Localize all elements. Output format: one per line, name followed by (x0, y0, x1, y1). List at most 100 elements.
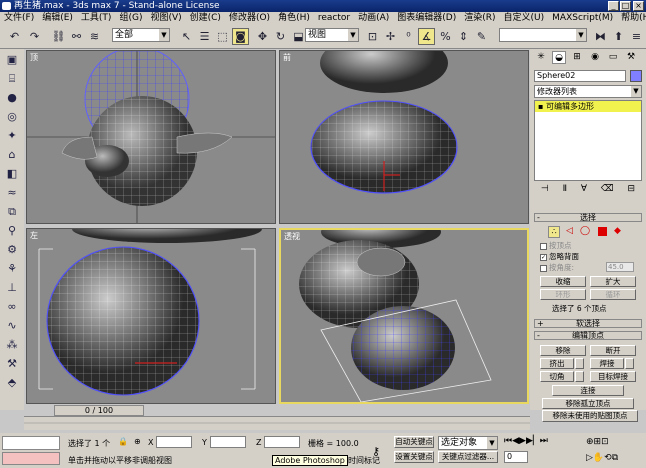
render-icon[interactable]: ⬘ (4, 374, 21, 391)
chain-icon[interactable]: ∞ (4, 298, 21, 315)
viewport-top[interactable]: 顶 (26, 50, 276, 224)
display-tab-icon[interactable]: ▭ (606, 51, 620, 64)
create-tab-icon[interactable]: ✳ (534, 51, 548, 64)
modifier-list-select[interactable]: 修改器列表 ▼ (534, 85, 642, 98)
key-selection-select[interactable]: 选定对象 ▼ (438, 436, 498, 450)
show-end-result-icon[interactable]: Ⅱ (563, 184, 567, 198)
viewport-label-top[interactable]: 顶 (30, 52, 38, 63)
current-frame-field[interactable]: 0 (504, 451, 528, 463)
maxscript-listener-mini[interactable] (2, 436, 60, 450)
select-link-icon[interactable]: ⛓ (50, 28, 67, 45)
menu-file[interactable]: 文件(F) (0, 12, 38, 25)
zoom-all-icon[interactable]: ⊞ (594, 437, 602, 447)
extrude-button[interactable]: 挤出 (540, 358, 574, 369)
menu-create[interactable]: 创建(C) (186, 12, 225, 25)
maximize-viewport-icon[interactable]: ⧉ (612, 453, 618, 463)
ring-button[interactable]: 环形 (540, 289, 586, 300)
field-of-view-icon[interactable]: ▷ (586, 453, 593, 463)
polygon-mode-icon[interactable] (598, 227, 607, 236)
bind-spacewarp-icon[interactable]: ≋ (86, 28, 103, 45)
app-icon[interactable] (2, 2, 11, 10)
menu-animation[interactable]: 动画(A) (354, 12, 393, 25)
spacewarp-icon[interactable]: ≈ (4, 184, 21, 201)
move-icon[interactable]: ✥ (254, 28, 271, 45)
absolute-mode-icon[interactable]: ⊕ (134, 437, 141, 446)
edge-mode-icon[interactable]: ◁ (566, 226, 573, 236)
angle-value-field[interactable]: 45.0 (606, 262, 634, 272)
grow-button[interactable]: 扩大 (590, 276, 636, 287)
menu-edit[interactable]: 编辑(E) (38, 12, 77, 25)
snap-toggle-icon[interactable]: ⁰ (400, 28, 417, 45)
unlink-icon[interactable]: ⚯ (68, 28, 85, 45)
auto-key-button[interactable]: 自动关键点 (394, 436, 434, 448)
rect-selection-icon[interactable]: ⬚ (214, 28, 231, 45)
camera-icon[interactable]: ⌂ (4, 146, 21, 163)
key-filters-button[interactable]: 关键点过滤器... (438, 451, 498, 463)
extrude-settings-button[interactable] (575, 358, 584, 369)
selection-filter-select[interactable]: 全部 ▼ (112, 28, 170, 42)
helper-icon[interactable]: ◧ (4, 165, 21, 182)
remove-isolated-vertices-button[interactable]: 移除孤立顶点 (542, 398, 634, 409)
weld-settings-button[interactable] (625, 358, 634, 369)
pin-stack-icon[interactable]: ⊣ (541, 184, 549, 198)
object-name-field[interactable]: Sphere02 (534, 70, 626, 82)
selection-rollout-header[interactable]: - 选择 (534, 213, 642, 222)
hammer-icon[interactable]: ⚒ (4, 355, 21, 372)
viewport-label-left[interactable]: 左 (30, 230, 38, 241)
named-selection-sets[interactable]: ▼ (499, 28, 587, 42)
by-angle-checkbox[interactable]: 按角度: (540, 262, 574, 273)
viewport-label-front[interactable]: 前 (283, 52, 291, 63)
pin-icon[interactable]: ⊥ (4, 279, 21, 296)
viewport-label-perspective[interactable]: 透视 (284, 231, 300, 242)
maximize-button[interactable]: □ (620, 1, 631, 11)
menu-group[interactable]: 组(G) (115, 12, 146, 25)
target-weld-button[interactable]: 目标焊接 (590, 371, 636, 382)
stack-item-editable-poly[interactable]: ▪ 可编辑多边形 (535, 101, 641, 112)
motion-tab-icon[interactable]: ◉ (588, 51, 602, 64)
particle-icon[interactable]: ⁂ (4, 336, 21, 353)
y-coord-field[interactable] (210, 436, 246, 448)
track-bar[interactable] (24, 416, 530, 430)
maxscript-output-mini[interactable] (2, 452, 60, 465)
edit-vertices-rollout-header[interactable]: - 编辑顶点 (534, 331, 642, 340)
modify-tab-icon[interactable]: ◒ (552, 51, 566, 64)
zoom-extents-icon[interactable]: ⊡ (601, 437, 609, 447)
object-color-swatch[interactable] (630, 70, 642, 82)
waves-icon[interactable]: ∿ (4, 317, 21, 334)
select-by-name-icon[interactable]: ☰ (196, 28, 213, 45)
break-button[interactable]: 断开 (590, 345, 636, 356)
menu-maxscript[interactable]: MAXScript(M) (548, 12, 617, 25)
select-manipulate-icon[interactable]: ✢ (382, 28, 399, 45)
x-coord-field[interactable] (156, 436, 192, 448)
modifier-icon[interactable]: ⚘ (4, 260, 21, 277)
menu-help[interactable]: 帮助(H) (617, 12, 646, 25)
percent-snap-icon[interactable]: % (437, 28, 454, 45)
remove-button[interactable]: 移除 (540, 345, 586, 356)
cylinder-icon[interactable]: ⌸ (4, 70, 21, 87)
prev-frame-icon[interactable]: ◀ (512, 436, 519, 446)
go-end-icon[interactable]: ⏭ (540, 436, 548, 446)
make-unique-icon[interactable]: ∀ (581, 184, 587, 198)
border-mode-icon[interactable]: ◯ (580, 226, 590, 236)
close-button[interactable]: × (633, 1, 644, 11)
box-icon[interactable]: ▣ (4, 51, 21, 68)
mirror-icon[interactable]: ⧓ (592, 28, 609, 45)
rotate-icon[interactable]: ↻ (272, 28, 289, 45)
z-coord-field[interactable] (264, 436, 300, 448)
go-start-icon[interactable]: ⏮ (504, 436, 512, 446)
light-icon[interactable]: ✦ (4, 127, 21, 144)
arc-rotate-icon[interactable]: ⟲ (604, 453, 612, 463)
select-object-icon[interactable]: ↖ (178, 28, 195, 45)
key-icon[interactable]: ⚷ (372, 445, 380, 458)
remove-modifier-icon[interactable]: ⌫ (601, 184, 614, 198)
layer-manager-icon[interactable]: ≡ (628, 28, 645, 45)
pivot-center-icon[interactable]: ⊡ (364, 28, 381, 45)
menu-views[interactable]: 视图(V) (146, 12, 185, 25)
loop-button[interactable]: 循环 (590, 289, 636, 300)
configure-sets-icon[interactable]: ⊟ (627, 184, 635, 198)
connect-button[interactable]: 连接 (552, 385, 624, 396)
menu-customize[interactable]: 自定义(U) (500, 12, 549, 25)
set-key-button[interactable]: 设置关键点 (394, 451, 434, 463)
by-vertex-checkbox[interactable]: 按顶点 (540, 240, 572, 251)
pan-hand-icon[interactable]: ✋ (593, 453, 604, 463)
